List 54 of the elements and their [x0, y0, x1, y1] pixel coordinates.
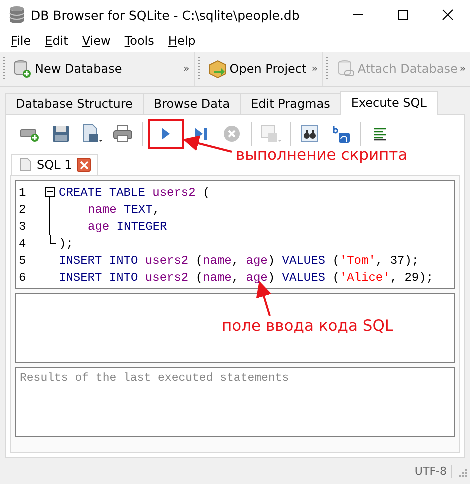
code-line: ); — [59, 236, 74, 250]
fold-minus-icon[interactable] — [45, 184, 56, 201]
line-number: 5 — [19, 254, 28, 268]
database-link-icon — [336, 59, 356, 79]
tab[interactable]: Database Structure — [5, 93, 144, 114]
tab-label: SQL 1 — [37, 158, 72, 172]
sql-editor[interactable]: 1 CREATE TABLE users2 ( 2 name TEXT, 3 age INTEGER 4 ); 5 INSERT INTO users2 (name, age) VALUES ('Tom', 37); 6 INSERT INTO users2 (name, age) VALUES ('Alice', 29); — [15, 180, 455, 289]
menu-item[interactable]: Help — [161, 34, 203, 48]
annotation-arrow — [183, 136, 232, 153]
database-add-icon — [13, 59, 33, 79]
code-line: CREATE TABLE users2 ( — [59, 186, 210, 200]
replace-icon — [331, 124, 351, 144]
tab[interactable]: Execute SQL — [340, 91, 438, 115]
line-number: 2 — [19, 202, 28, 216]
play-line-icon — [194, 126, 208, 142]
code-line: age INTEGER — [87, 220, 168, 234]
menu-item[interactable]: Edit — [38, 34, 76, 48]
close-tab-button[interactable] — [77, 158, 92, 172]
document-save-icon — [81, 124, 103, 144]
overflow-button[interactable]: » — [184, 64, 190, 74]
line-number: 3 — [19, 220, 28, 234]
editor-tab[interactable]: SQL 1 — [11, 154, 98, 175]
annotation-text: выполнение скрипта — [236, 146, 408, 164]
code-line: name TEXT, — [87, 202, 160, 216]
close-icon — [442, 9, 454, 21]
line-number: 6 — [19, 270, 28, 284]
play-icon — [160, 126, 172, 142]
toolbar-button[interactable]: Open Project — [206, 59, 309, 79]
menu-item[interactable]: View — [75, 34, 118, 48]
encoding-label: UTF-8 — [414, 465, 452, 478]
line-number: 1 — [19, 186, 28, 200]
fold-end-icon — [50, 235, 56, 244]
code-line: INSERT INTO users2 (name, age) VALUES ('Tom', 37); — [59, 254, 420, 268]
document-icon — [20, 158, 32, 172]
floppy-icon — [51, 124, 71, 144]
annotation-text: поле ввода кода SQL — [222, 317, 394, 335]
menu-item[interactable]: File — [4, 34, 38, 48]
message-field[interactable]: Results of the last executed statements — [15, 367, 455, 437]
overflow-button[interactable]: » — [312, 64, 318, 74]
table-save-icon — [260, 124, 282, 144]
code-line: INSERT INTO users2 (name, age) VALUES ('Alice', 29); — [59, 270, 434, 284]
line-number: 4 — [19, 236, 28, 250]
toolbar-button[interactable]: New Database — [11, 59, 124, 79]
database-icon — [9, 6, 25, 24]
window-title: DB Browser for SQLite - C:\sqlite\people.db — [31, 8, 300, 22]
resize-grip-icon[interactable] — [458, 468, 468, 478]
stop-icon — [223, 125, 241, 143]
printer-icon — [113, 124, 133, 144]
binoculars-icon — [300, 124, 320, 144]
maximize-icon — [396, 9, 408, 21]
lines-icon — [372, 126, 388, 142]
box-arrow-icon — [208, 59, 228, 79]
run-button[interactable] — [148, 119, 184, 149]
menu-item[interactable]: Tools — [118, 34, 162, 48]
